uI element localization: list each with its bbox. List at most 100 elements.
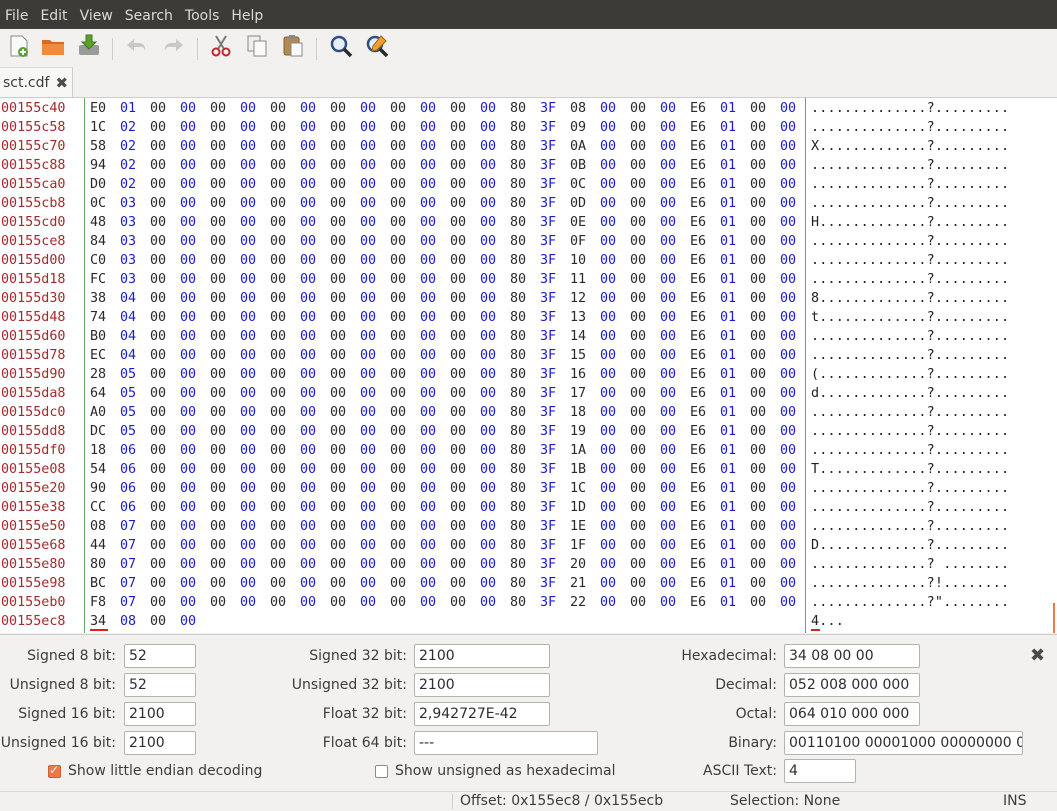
hex-byte[interactable]: 00 [240, 232, 260, 251]
hex-byte[interactable]: 00 [270, 327, 290, 346]
hex-byte[interactable]: 00 [390, 384, 410, 403]
hex-byte[interactable]: 00 [330, 536, 350, 555]
hex-byte[interactable]: 00 [330, 232, 350, 251]
hex-byte[interactable]: 00 [420, 422, 440, 441]
hex-byte[interactable]: 44 [90, 536, 110, 555]
hex-byte[interactable]: 00 [660, 137, 680, 156]
hex-byte[interactable]: 00 [780, 365, 800, 384]
hex-byte[interactable]: 00 [270, 270, 290, 289]
hex-byte[interactable]: 00 [240, 441, 260, 460]
hex-byte[interactable]: 02 [120, 118, 140, 137]
hex-byte[interactable]: 15 [570, 346, 590, 365]
hex-byte[interactable]: 80 [510, 346, 530, 365]
hex-byte[interactable]: 00 [480, 194, 500, 213]
hex-byte[interactable]: 00 [450, 99, 470, 118]
hex-byte[interactable]: 00 [630, 555, 650, 574]
undo-icon[interactable] [124, 33, 150, 59]
hex-byte[interactable]: 00 [450, 270, 470, 289]
hex-byte[interactable]: 00 [660, 156, 680, 175]
hex-byte[interactable]: 00 [180, 99, 200, 118]
hex-byte[interactable]: 00 [450, 213, 470, 232]
hex-byte[interactable]: 00 [360, 213, 380, 232]
hex-byte[interactable]: 00 [750, 99, 770, 118]
hex-byte[interactable]: 00 [450, 232, 470, 251]
hex-byte[interactable]: E6 [690, 479, 710, 498]
hex-byte[interactable]: 00 [750, 574, 770, 593]
hex-byte[interactable]: 00 [330, 460, 350, 479]
hex-byte[interactable]: 00 [780, 536, 800, 555]
hex-byte[interactable]: 00 [270, 251, 290, 270]
hex-byte[interactable]: 00 [240, 289, 260, 308]
hex-byte[interactable]: 00 [750, 156, 770, 175]
hex-byte[interactable]: 00 [660, 441, 680, 460]
hex-byte[interactable]: 00 [240, 156, 260, 175]
hex-byte[interactable]: 00 [420, 593, 440, 612]
hex-byte[interactable]: 01 [720, 365, 740, 384]
hex-byte[interactable]: 00 [150, 441, 170, 460]
hex-byte[interactable]: 00 [780, 479, 800, 498]
hex-byte[interactable]: 00 [210, 479, 230, 498]
hex-byte[interactable]: 00 [420, 327, 440, 346]
save-file-icon[interactable] [76, 32, 102, 58]
ascii-column[interactable]: H.............?......... [811, 213, 1009, 232]
hex-byte[interactable]: 00 [270, 99, 290, 118]
ascii-column[interactable]: t.............?......... [811, 308, 1009, 327]
hex-byte[interactable]: 00 [270, 422, 290, 441]
hex-byte[interactable]: 00 [210, 308, 230, 327]
hex-byte[interactable]: 00 [750, 555, 770, 574]
hex-byte[interactable]: 00 [240, 403, 260, 422]
hex-byte[interactable]: 0B [570, 156, 590, 175]
close-panel-icon[interactable]: ✖ [1030, 645, 1045, 666]
hex-byte[interactable]: 00 [630, 593, 650, 612]
hex-byte[interactable]: 00 [330, 289, 350, 308]
ascii-column[interactable]: ..............? ........ [811, 555, 1009, 574]
hex-byte[interactable]: 00 [660, 422, 680, 441]
hex-byte[interactable]: 0C [570, 175, 590, 194]
hex-byte[interactable]: 00 [240, 327, 260, 346]
hex-byte[interactable]: 3F [540, 479, 560, 498]
hex-byte[interactable]: 00 [480, 536, 500, 555]
hex-byte[interactable]: 0C [90, 194, 110, 213]
ascii-column[interactable]: ..............?......... [811, 99, 1009, 118]
hex-byte[interactable]: 3F [540, 270, 560, 289]
hex-byte[interactable]: 00 [660, 555, 680, 574]
hex-byte[interactable]: 00 [300, 270, 320, 289]
hex-byte[interactable]: 0F [570, 232, 590, 251]
hex-byte[interactable]: 00 [180, 194, 200, 213]
hex-byte[interactable]: E6 [690, 536, 710, 555]
ascii-column[interactable]: ..............?......... [811, 194, 1009, 213]
hex-byte[interactable]: 00 [750, 593, 770, 612]
hex-byte[interactable]: 00 [420, 365, 440, 384]
hex-byte[interactable]: 12 [570, 289, 590, 308]
hex-byte[interactable]: 02 [120, 156, 140, 175]
hex-byte[interactable]: 00 [180, 327, 200, 346]
hex-byte[interactable]: 00 [150, 194, 170, 213]
unsigned8-field[interactable]: 52 [124, 673, 196, 697]
hex-byte[interactable]: 00 [210, 365, 230, 384]
hex-byte[interactable]: 06 [120, 498, 140, 517]
hex-byte[interactable]: 00 [240, 536, 260, 555]
hex-byte[interactable]: 00 [180, 289, 200, 308]
unsigned-hex-checkbox[interactable] [375, 765, 388, 778]
hex-byte[interactable]: E6 [690, 251, 710, 270]
hex-byte[interactable]: 00 [180, 403, 200, 422]
hex-byte[interactable]: 00 [360, 156, 380, 175]
hex-byte[interactable]: 00 [480, 156, 500, 175]
hex-byte[interactable]: 3F [540, 517, 560, 536]
hex-byte[interactable]: 00 [150, 137, 170, 156]
hex-byte[interactable]: 00 [750, 327, 770, 346]
hex-byte[interactable]: 00 [360, 327, 380, 346]
hex-byte[interactable]: 00 [300, 574, 320, 593]
hex-byte[interactable]: 05 [120, 422, 140, 441]
hex-byte[interactable]: 00 [660, 384, 680, 403]
hex-byte[interactable]: 00 [450, 327, 470, 346]
hex-byte[interactable]: 00 [390, 156, 410, 175]
hex-byte[interactable]: 00 [600, 118, 620, 137]
hex-byte[interactable]: 00 [750, 403, 770, 422]
hex-byte[interactable]: 00 [480, 270, 500, 289]
hex-byte[interactable]: 00 [150, 99, 170, 118]
hex-byte[interactable]: 00 [780, 232, 800, 251]
hex-byte[interactable]: 00 [270, 460, 290, 479]
hex-byte[interactable]: 00 [780, 346, 800, 365]
hex-byte[interactable]: 00 [420, 441, 440, 460]
